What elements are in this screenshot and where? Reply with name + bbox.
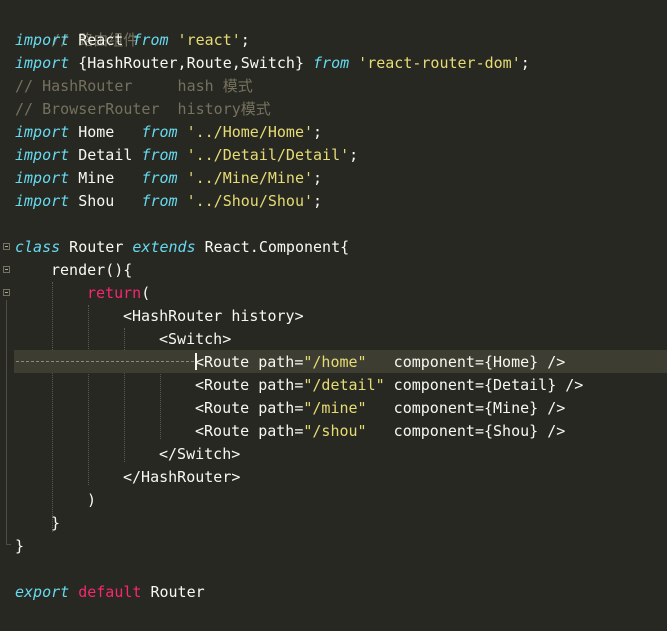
code-line-21[interactable]: </HashRouter> [123,466,240,489]
keyword-default: default [78,583,142,601]
indent-guide [88,305,89,485]
punctuation: } [15,537,25,555]
code-line-2[interactable]: import React from 'react'; [15,29,250,52]
jsx-tag: </HashRouter> [123,468,241,486]
jsx-tag: <Route path= [195,399,304,417]
keyword-import: import [15,54,70,72]
code-line-23[interactable]: } [51,512,60,535]
code-line-24[interactable]: } [15,535,24,558]
string: 'react' [168,31,241,49]
punctuation: ; [240,31,250,49]
string: '../Mine/Mine' [177,169,314,187]
fold-toggle-icon[interactable] [3,289,10,296]
jsx-tag: <Switch> [159,330,232,348]
string: '../Shou/Shou' [177,192,314,210]
code-line-14[interactable]: <HashRouter history> [123,305,304,328]
keyword-import: import [15,146,70,164]
keyword-import: import [15,169,70,187]
method-name: render [51,261,106,279]
identifier: Detail [69,146,142,164]
comment: // BrowserRouter history模式 [15,100,271,118]
jsx-tag: <Route path= [195,376,304,394]
code-line-22[interactable]: ) [87,489,96,512]
code-line-17[interactable]: <Route path="/detail" component={Detail}… [195,374,583,397]
code-line-9[interactable]: import Shou from '../Shou/Shou'; [15,190,322,213]
jsx-tag: <Route path= [195,422,304,440]
fold-gutter [0,0,14,631]
fold-end-marker [6,544,11,545]
punctuation: ; [313,192,323,210]
keyword-from: from [141,169,178,187]
punctuation: ; [349,146,359,164]
identifier: Home [69,123,142,141]
code-line-1[interactable]: // 路由组件 [15,6,138,49]
fold-toggle-icon[interactable] [3,266,10,273]
jsx-attribute: component={Mine} /> [366,399,566,417]
jsx-tag: <Route path= [195,353,304,371]
identifier: Shou [69,192,142,210]
keyword-export: export [15,583,70,601]
code-line-13[interactable]: return( [87,282,150,305]
string: "/mine" [303,399,367,417]
punctuation: ; [520,54,530,72]
code-editor[interactable]: // 路由组件 import React from 'react'; impor… [0,0,667,631]
keyword-return: return [87,284,142,302]
code-line-6[interactable]: import Home from '../Home/Home'; [15,121,322,144]
code-line-11[interactable]: class Router extends React.Component{ [15,236,349,259]
active-line-whitespace-marker [16,361,194,362]
fold-toggle-icon[interactable] [3,243,10,250]
code-line-26[interactable]: export default Router [15,581,205,604]
string: '../Home/Home' [177,123,314,141]
code-line-18[interactable]: <Route path="/mine" component={Mine} /> [195,397,565,420]
string: "/detail" [303,376,385,394]
keyword-class: class [15,238,61,256]
comment: // HashRouter hash 模式 [15,77,253,95]
punctuation: } [51,514,61,532]
keyword-import: import [15,31,70,49]
keyword-from: from [141,146,178,164]
string: 'react-router-dom' [349,54,521,72]
code-line-20[interactable]: </Switch> [159,443,240,466]
identifier: Router [60,238,133,256]
jsx-tag: </Switch> [159,445,241,463]
keyword-from: from [141,192,178,210]
punctuation: ; [313,169,323,187]
keyword-extends: extends [132,238,196,256]
identifier: Router [141,583,205,601]
code-line-7[interactable]: import Detail from '../Detail/Detail'; [15,144,358,167]
punctuation: ; [313,123,323,141]
code-line-8[interactable]: import Mine from '../Mine/Mine'; [15,167,322,190]
string: "/home" [303,353,367,371]
identifier: React [69,31,133,49]
punctuation: ( [141,284,151,302]
identifier: {HashRouter,Route,Switch} [69,54,314,72]
code-line-12[interactable]: render(){ [51,259,132,282]
keyword-from: from [141,123,178,141]
code-line-5[interactable]: // BrowserRouter history模式 [15,98,271,121]
code-line-19[interactable]: <Route path="/shou" component={Shou} /> [195,420,565,443]
punctuation: ) [87,491,97,509]
fold-range-line [6,300,7,544]
keyword-import: import [15,192,70,210]
punctuation: (){ [105,261,133,279]
indent-guide [124,328,125,462]
jsx-attribute: component={Shou} /> [366,422,566,440]
keyword-import: import [15,123,70,141]
keyword-from: from [132,31,169,49]
string: "/shou" [303,422,367,440]
string: '../Detail/Detail' [177,146,350,164]
code-line-16[interactable]: <Route path="/home" component={Home} /> [195,351,565,374]
code-line-15[interactable]: <Switch> [159,328,231,351]
code-line-3[interactable]: import {HashRouter,Route,Switch} from 'r… [15,52,530,75]
jsx-attribute: component={Detail} /> [384,376,584,394]
keyword-from: from [313,54,350,72]
identifier: React.Component{ [195,238,350,256]
indent-guide [52,282,53,532]
code-line-4[interactable]: // HashRouter hash 模式 [15,75,253,98]
jsx-tag: <HashRouter history> [123,307,304,325]
identifier: Mine [69,169,142,187]
jsx-attribute: component={Home} /> [366,353,566,371]
